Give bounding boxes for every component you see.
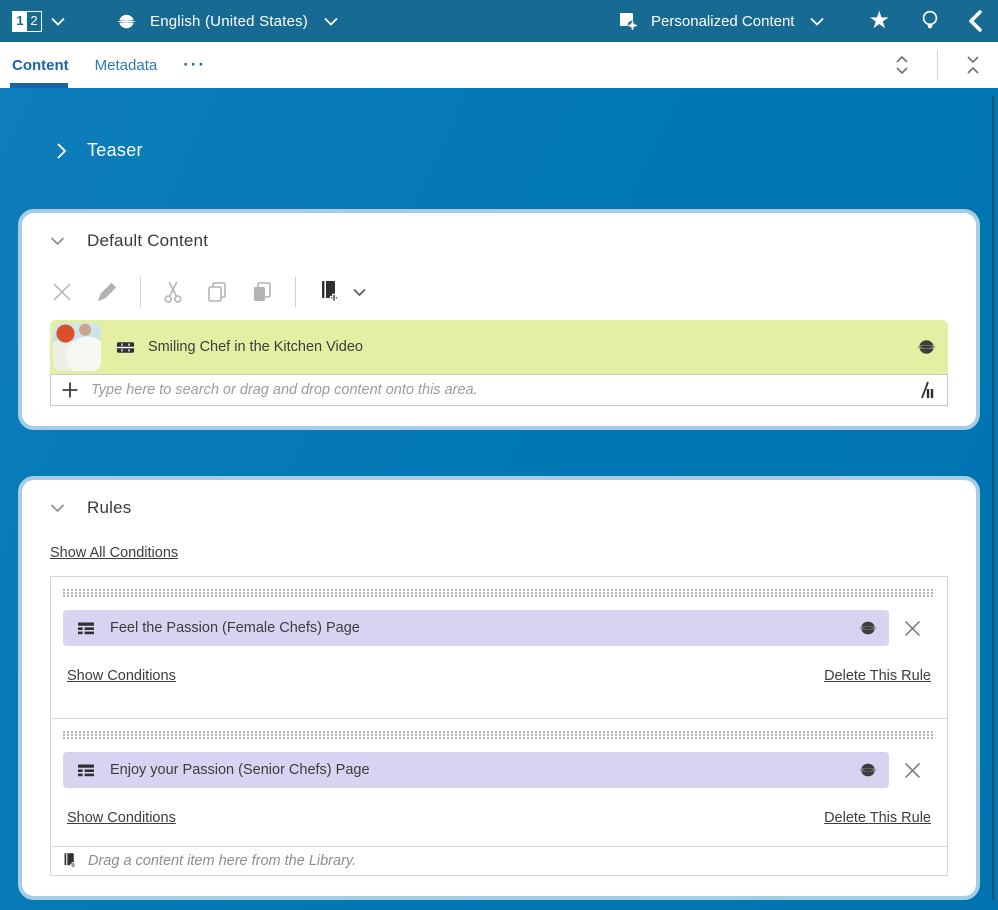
toolbar-divider [140,277,141,307]
delete-button[interactable] [50,280,74,304]
language-selector[interactable]: English (United States) [117,12,338,31]
rule-item: Enjoy your Passion (Senior Chefs) Page [51,718,947,846]
rules-header[interactable]: Rules [50,498,948,518]
collapse-all-button[interactable] [960,49,986,81]
tab-toolbar-divider [937,50,938,80]
version-current: 1 [13,12,27,31]
copy-icon [205,280,229,304]
insert-options-chevron-button[interactable] [353,288,366,297]
plus-icon [61,381,79,399]
rule-title: Enjoy your Passion (Senior Chefs) Page [110,762,370,778]
add-content-book-icon [61,851,78,871]
star-icon: ★ [868,9,890,33]
tips-lightbulb-button[interactable] [920,9,940,33]
version-selector[interactable]: 1 2 [12,11,42,32]
favorite-star-button[interactable]: ★ [868,9,890,33]
rules-list: Feel the Passion (Female Chefs) Page [50,576,948,876]
delete-x-icon [50,280,74,304]
lightbulb-icon [920,9,940,33]
delete-rule-link[interactable]: Delete This Rule [824,668,931,684]
content-search-input[interactable] [91,382,917,398]
delete-rule-link[interactable]: Delete This Rule [824,810,931,826]
tab-bar: Content Metadata ··· [0,42,998,88]
rule-title: Feel the Passion (Female Chefs) Page [110,620,360,636]
show-conditions-link[interactable]: Show Conditions [67,810,176,826]
tabs-more-button[interactable]: ··· [183,55,206,75]
paste-button[interactable] [250,280,274,304]
default-content-header[interactable]: Default Content [50,231,948,251]
chevron-down-icon [50,503,65,513]
video-film-icon [116,338,135,357]
show-all-conditions-link[interactable]: Show All Conditions [50,545,178,561]
globe-icon [117,12,136,31]
globe-icon[interactable] [917,338,936,357]
remove-rule-target-button[interactable] [889,619,935,638]
content-mode-label: Personalized Content [651,13,794,30]
rule-target-pill[interactable]: Feel the Passion (Female Chefs) Page [63,610,889,646]
editor-canvas: Teaser Default Content [0,88,998,910]
pencil-icon [95,280,119,304]
chevron-left-icon [968,10,982,32]
version-dropdown-chevron-icon[interactable] [51,17,65,26]
rule-drop-area[interactable]: Drag a content item here from the Librar… [51,846,947,875]
chevron-down-icon [353,288,366,297]
insert-content-button[interactable] [317,279,341,305]
remove-rule-target-button[interactable] [889,761,935,780]
scrollbar[interactable] [992,96,994,900]
tab-metadata[interactable]: Metadata [93,57,160,74]
expand-chevrons-icon [893,53,911,77]
cut-button[interactable] [162,280,184,304]
scissors-icon [162,280,184,304]
default-content-panel: Default Content [18,209,980,430]
rule-target-pill[interactable]: Enjoy your Passion (Senior Chefs) Page [63,752,889,788]
rules-panel: Rules Show All Conditions [18,476,980,900]
show-conditions-link[interactable]: Show Conditions [67,668,176,684]
page-icon [77,621,95,636]
personalized-content-icon [617,10,639,32]
language-label: English (United States) [150,13,308,30]
rule-drag-handle[interactable] [63,731,935,739]
compare-versions-icon[interactable] [917,380,935,400]
collapse-chevrons-icon [964,53,982,77]
chevron-right-icon [56,142,67,160]
paste-icon [250,280,274,304]
default-content-title: Default Content [87,231,208,251]
toolbar-divider [295,277,296,307]
close-x-icon [903,619,922,638]
content-mode-selector[interactable]: Personalized Content [617,10,824,32]
back-button[interactable] [968,10,982,32]
section-teaser-header[interactable]: Teaser [56,140,980,161]
add-content-book-icon [317,279,341,305]
media-item-title: Smiling Chef in the Kitchen Video [148,339,363,355]
globe-icon[interactable] [859,619,877,637]
content-search-row [50,374,948,406]
language-dropdown-chevron-icon [324,17,338,26]
tab-content[interactable]: Content [10,57,71,74]
version-total: 2 [27,12,41,31]
rule-item: Feel the Passion (Female Chefs) Page [51,577,947,704]
chevron-down-icon [50,236,65,246]
edit-button[interactable] [95,280,119,304]
media-thumbnail [53,323,101,371]
content-toolbar [50,277,948,307]
mode-dropdown-chevron-icon [810,17,824,26]
copy-button[interactable] [205,280,229,304]
expand-all-button[interactable] [889,49,915,81]
globe-icon[interactable] [859,761,877,779]
media-item-row[interactable]: Smiling Chef in the Kitchen Video [50,320,948,374]
teaser-section-title: Teaser [87,140,143,161]
close-x-icon [903,761,922,780]
page-icon [77,763,95,778]
top-header-bar: 1 2 English (United States) [0,0,998,42]
drop-hint-text: Drag a content item here from the Librar… [88,853,356,869]
rules-title: Rules [87,498,131,518]
rule-drag-handle[interactable] [63,589,935,597]
